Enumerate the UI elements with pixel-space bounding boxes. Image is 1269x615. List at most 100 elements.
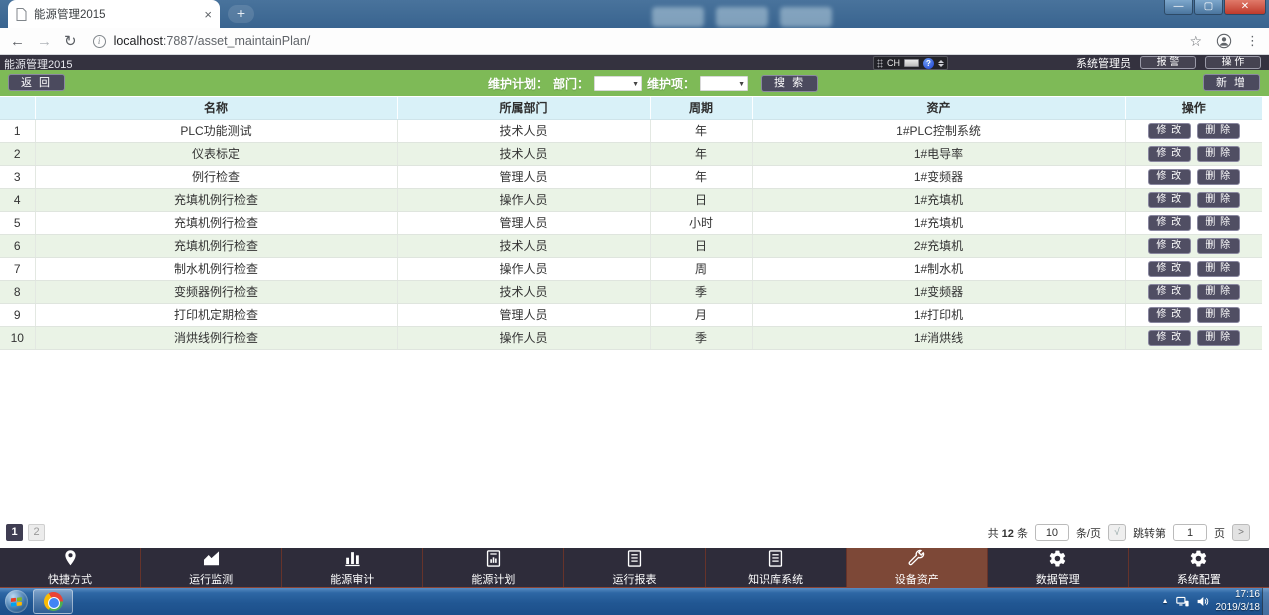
cell-dept: 技术人员 [397, 234, 650, 257]
ime-grip-icon[interactable] [877, 59, 883, 68]
operation-button[interactable]: 操 作 [1205, 56, 1261, 69]
show-desktop-button[interactable] [1262, 588, 1269, 615]
cell-asset: 1#充填机 [752, 211, 1125, 234]
close-button[interactable]: ✕ [1224, 0, 1266, 15]
page-toolbar: 返 回 维护计划： 部门： ▼ 维护项： ▼ 搜 索 新 增 [0, 70, 1269, 96]
delete-button[interactable]: 删 除 [1197, 238, 1240, 254]
column-header: 资产 [752, 97, 1125, 119]
filter-title: 维护计划： [488, 75, 548, 92]
site-info-icon[interactable]: i [93, 35, 106, 48]
modify-button[interactable]: 修 改 [1148, 215, 1191, 231]
modify-button[interactable]: 修 改 [1148, 192, 1191, 208]
help-icon[interactable]: ? [923, 58, 934, 69]
cell-actions: 修 改删 除 [1125, 211, 1262, 234]
network-icon[interactable] [1176, 595, 1189, 608]
nav-item-asset[interactable]: 设备资产 [847, 548, 988, 587]
table-header-row: 名称所属部门周期资产操作 [0, 97, 1262, 119]
browser-tab-strip: 能源管理2015 × + — ▢ ✕ [0, 0, 1269, 28]
profile-icon[interactable] [1216, 33, 1232, 49]
back-icon[interactable]: ← [10, 34, 25, 49]
nav-item-monitoring[interactable]: 运行监测 [141, 548, 282, 587]
nav-item-report[interactable]: 运行报表 [564, 548, 705, 587]
nav-item-audit[interactable]: 能源审计 [282, 548, 423, 587]
window-glass-reflection [652, 7, 704, 27]
delete-button[interactable]: 删 除 [1197, 307, 1240, 323]
modify-button[interactable]: 修 改 [1148, 169, 1191, 185]
modify-button[interactable]: 修 改 [1148, 261, 1191, 277]
delete-button[interactable]: 删 除 [1197, 146, 1240, 162]
bar-chart-icon [342, 549, 362, 569]
tab-close-icon[interactable]: × [204, 8, 212, 21]
table-row: 9打印机定期检查管理人员月1#打印机修 改删 除 [0, 303, 1262, 326]
nav-item-plan[interactable]: 能源计划 [423, 548, 564, 587]
modify-button[interactable]: 修 改 [1148, 146, 1191, 162]
minimize-button[interactable]: — [1164, 0, 1193, 15]
new-tab-button[interactable]: + [228, 5, 254, 23]
jump-page-input[interactable] [1173, 524, 1207, 541]
bookmark-star-icon[interactable]: ☆ [1189, 33, 1202, 50]
delete-button[interactable]: 删 除 [1197, 261, 1240, 277]
modify-button[interactable]: 修 改 [1148, 284, 1191, 300]
content-area: 名称所属部门周期资产操作 1PLC功能测试技术人员年1#PLC控制系统修 改删 … [0, 96, 1269, 548]
row-index: 9 [0, 303, 35, 326]
search-button[interactable]: 搜 索 [761, 75, 818, 92]
delete-button[interactable]: 删 除 [1197, 284, 1240, 300]
nav-item-knowledge[interactable]: 知识库系统 [706, 548, 847, 587]
document-icon [624, 549, 644, 569]
current-user-label: 系统管理员 [1076, 55, 1131, 71]
ime-options-icon[interactable] [938, 60, 944, 67]
tray-expand-icon[interactable]: ▲ [1162, 598, 1169, 605]
page-size-input[interactable] [1035, 524, 1069, 541]
refresh-icon[interactable]: ↻ [64, 34, 77, 49]
browser-tab[interactable]: 能源管理2015 × [8, 0, 220, 28]
modify-button[interactable]: 修 改 [1148, 330, 1191, 346]
cell-asset: 1#制水机 [752, 257, 1125, 280]
forward-icon[interactable]: → [37, 34, 52, 49]
menu-kebab-icon[interactable]: ⋮ [1246, 33, 1259, 49]
ime-language-indicator[interactable]: CH [887, 58, 900, 68]
delete-button[interactable]: 删 除 [1197, 123, 1240, 139]
add-button[interactable]: 新 增 [1203, 74, 1260, 91]
delete-button[interactable]: 删 除 [1197, 330, 1240, 346]
taskbar-chrome-button[interactable] [33, 589, 73, 614]
delete-button[interactable]: 删 除 [1197, 169, 1240, 185]
per-page-label: 条/页 [1076, 525, 1101, 541]
page-buttons: 12 [6, 524, 45, 541]
delete-button[interactable]: 删 除 [1197, 215, 1240, 231]
cell-actions: 修 改删 除 [1125, 234, 1262, 257]
page-number-button[interactable]: 1 [6, 524, 23, 541]
cell-period: 年 [650, 165, 752, 188]
column-header: 名称 [35, 97, 397, 119]
address-bar[interactable]: i localhost:7887/asset_maintainPlan/ [89, 34, 1178, 48]
nav-item-shortcut[interactable]: 快捷方式 [0, 548, 141, 587]
ime-toolbar[interactable]: CH ? [873, 56, 948, 70]
confirm-page-size-button[interactable]: √ [1108, 524, 1126, 541]
row-index: 3 [0, 165, 35, 188]
cell-dept: 技术人员 [397, 119, 650, 142]
keyboard-icon[interactable] [904, 59, 919, 67]
maximize-button[interactable]: ▢ [1194, 0, 1223, 15]
window-glass-reflection [780, 7, 832, 27]
cell-name: 充填机例行检查 [35, 234, 397, 257]
modify-button[interactable]: 修 改 [1148, 123, 1191, 139]
return-button[interactable]: 返 回 [8, 74, 65, 91]
row-index: 8 [0, 280, 35, 303]
page-number-button[interactable]: 2 [28, 524, 45, 541]
start-button[interactable] [5, 590, 28, 613]
window-glass-reflection [716, 7, 768, 27]
modify-button[interactable]: 修 改 [1148, 307, 1191, 323]
next-page-button[interactable]: > [1232, 524, 1250, 541]
delete-button[interactable]: 删 除 [1197, 192, 1240, 208]
cell-period: 季 [650, 326, 752, 349]
nav-item-data[interactable]: 数据管理 [988, 548, 1129, 587]
alarm-button[interactable]: 报 警 [1140, 56, 1196, 69]
nav-item-config[interactable]: 系统配置 [1129, 548, 1269, 587]
speaker-icon[interactable] [1196, 595, 1209, 608]
modify-button[interactable]: 修 改 [1148, 238, 1191, 254]
dept-select[interactable]: ▼ [594, 76, 642, 91]
nav-item-label: 能源计划 [471, 571, 515, 587]
header-right-group: 系统管理员 报 警 操 作 [1076, 55, 1261, 70]
cell-actions: 修 改删 除 [1125, 280, 1262, 303]
maintain-item-select[interactable]: ▼ [700, 76, 748, 91]
taskbar-clock[interactable]: 17:16 2019/3/18 [1216, 589, 1261, 614]
